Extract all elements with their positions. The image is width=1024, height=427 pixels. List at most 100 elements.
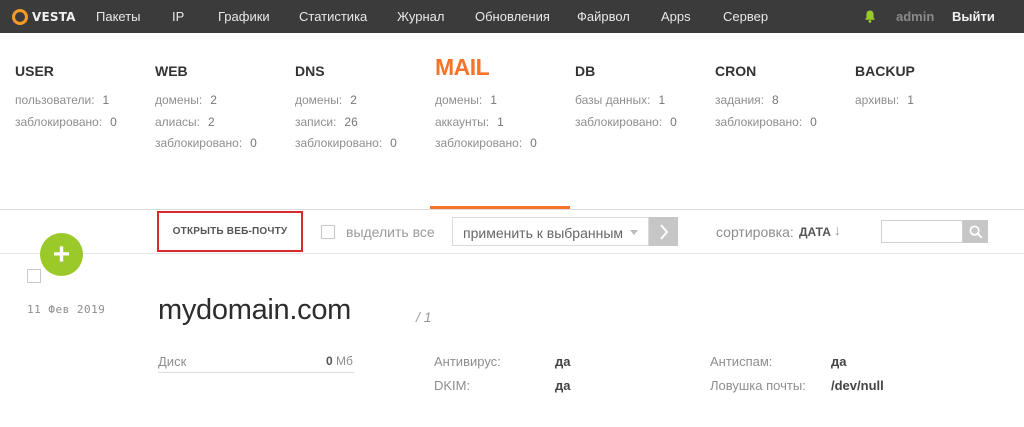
domain-name[interactable]: mydomain.com: [158, 294, 351, 327]
nav-item-server[interactable]: Сервер: [723, 9, 768, 24]
bulk-action-select[interactable]: применить к выбранным: [452, 217, 649, 246]
select-all-label[interactable]: выделить все: [346, 224, 435, 240]
stat-row: заблокировано: 0: [575, 115, 677, 137]
stat-user[interactable]: USER пользователи: 1 заблокировано: 0: [15, 63, 117, 136]
nav-item-graphs[interactable]: Графики: [218, 9, 270, 24]
stat-row: алиасы: 2: [155, 115, 257, 137]
nav-item-packages[interactable]: Пакеты: [96, 9, 141, 24]
stat-label: домены:: [155, 93, 203, 107]
sort-value[interactable]: ДАТА: [799, 225, 831, 239]
stat-label: пользователи:: [15, 93, 95, 107]
search-input[interactable]: [881, 220, 963, 243]
disk-value: 0: [326, 354, 333, 368]
stat-label: задания:: [715, 93, 765, 107]
toolbar-divider-bottom: [0, 253, 1024, 254]
stat-label: домены:: [295, 93, 343, 107]
sort-label: сортировка:: [716, 224, 794, 240]
stat-row: записи: 26: [295, 115, 397, 137]
dkim-value: да: [555, 378, 571, 393]
stat-label: базы данных:: [575, 93, 651, 107]
antispam-label: Антиспам:: [710, 354, 773, 369]
stat-row: заблокировано: 0: [435, 136, 537, 158]
stat-title: CRON: [715, 63, 757, 79]
dkim-label: DKIM:: [434, 378, 471, 393]
stat-row: задания: 8: [715, 93, 817, 115]
stat-title: USER: [15, 63, 54, 79]
apply-bulk-button[interactable]: [649, 217, 678, 246]
stat-value: 1: [102, 93, 110, 107]
stat-dns[interactable]: DNS домены: 2 записи: 26 заблокировано: 0: [295, 63, 397, 158]
stat-value: 0: [530, 136, 537, 150]
stat-value: 0: [810, 114, 817, 129]
stat-row: домены: 1: [435, 93, 537, 115]
nav-item-firewall[interactable]: Файрвол: [577, 9, 630, 24]
stat-title: WEB: [155, 63, 188, 79]
stat-label: заблокировано:: [15, 114, 103, 129]
stat-value: 1: [658, 93, 666, 107]
stat-web[interactable]: WEB домены: 2 алиасы: 2 заблокировано: 0: [155, 63, 257, 158]
stat-label: заблокировано:: [435, 136, 523, 150]
stat-row: заблокировано: 0: [715, 115, 817, 137]
vesta-logo[interactable]: VESTA: [12, 8, 76, 25]
stat-value: 0: [670, 114, 677, 129]
stat-cron[interactable]: CRON задания: 8 заблокировано: 0: [715, 63, 817, 136]
stat-value: 1: [907, 93, 914, 107]
stat-row: пользователи: 1: [15, 93, 117, 115]
disk-label: Диск: [158, 354, 187, 369]
chevron-down-icon: [630, 230, 638, 235]
stat-value: 2: [210, 93, 217, 107]
select-all-checkbox[interactable]: [321, 225, 335, 239]
antivirus-value: да: [555, 354, 571, 369]
catchall-label: Ловушка почты:: [710, 378, 806, 393]
stat-value: 2: [350, 93, 357, 107]
search-icon: [969, 225, 983, 239]
stat-value: 0: [390, 136, 397, 150]
stat-title: DNS: [295, 63, 325, 79]
stat-label: архивы:: [855, 93, 900, 107]
bulk-action-value: применить к выбранным: [463, 225, 624, 241]
bell-icon[interactable]: [864, 10, 876, 23]
stat-value: 2: [208, 114, 215, 129]
stat-title: MAIL: [435, 54, 490, 80]
stat-title: BACKUP: [855, 63, 915, 79]
stat-value: 1: [497, 114, 504, 129]
nav-item-updates[interactable]: Обновления: [475, 9, 550, 24]
toolbar-divider-top: [0, 209, 1024, 210]
stat-label: домены:: [435, 93, 483, 107]
row-date: 11 Фев 2019: [27, 303, 106, 316]
stat-mail[interactable]: MAIL домены: 1 аккаунты: 1 заблокировано: 0: [435, 56, 537, 158]
stat-label: заблокировано:: [155, 136, 243, 150]
top-nav-bar: VESTA Пакеты IP Графики Статистика Журна…: [0, 0, 1024, 33]
nav-item-ip[interactable]: IP: [172, 9, 184, 24]
stat-label: аккаунты:: [435, 114, 490, 129]
logo-text: VESTA: [32, 9, 76, 24]
stat-label: алиасы:: [155, 114, 201, 129]
user-link[interactable]: admin: [896, 9, 934, 24]
stat-row: аккаунты: 1: [435, 115, 537, 137]
sort-arrow-icon[interactable]: ↓: [834, 222, 841, 238]
stat-label: заблокировано:: [295, 136, 383, 150]
antispam-value: да: [831, 354, 847, 369]
stat-row: базы данных: 1: [575, 93, 677, 115]
row-checkbox[interactable]: [27, 269, 41, 283]
stat-label: заблокировано:: [715, 114, 803, 129]
stat-value: 26: [344, 114, 358, 129]
stat-backup[interactable]: BACKUP архивы: 1: [855, 63, 915, 115]
open-webmail-button[interactable]: ОТКРЫТЬ ВЕБ-ПОЧТУ: [157, 211, 303, 252]
stat-row: домены: 2: [155, 93, 257, 115]
stat-row: заблокировано: 0: [155, 136, 257, 158]
stat-value: 0: [110, 114, 117, 129]
stat-value: 0: [250, 136, 257, 150]
add-domain-button[interactable]: +: [40, 233, 83, 276]
domain-account-count: / 1: [416, 309, 432, 325]
nav-item-apps[interactable]: Apps: [661, 9, 691, 24]
stat-db[interactable]: DB базы данных: 1 заблокировано: 0: [575, 63, 677, 136]
nav-item-log[interactable]: Журнал: [397, 9, 444, 24]
search-button[interactable]: [963, 220, 988, 243]
logout-link[interactable]: Выйти: [952, 9, 995, 24]
nav-item-statistics[interactable]: Статистика: [299, 9, 367, 24]
stat-value: 1: [490, 93, 497, 107]
catchall-value: /dev/null: [831, 378, 884, 393]
stat-row: архивы: 1: [855, 93, 915, 115]
chevron-right-icon: [659, 223, 668, 240]
